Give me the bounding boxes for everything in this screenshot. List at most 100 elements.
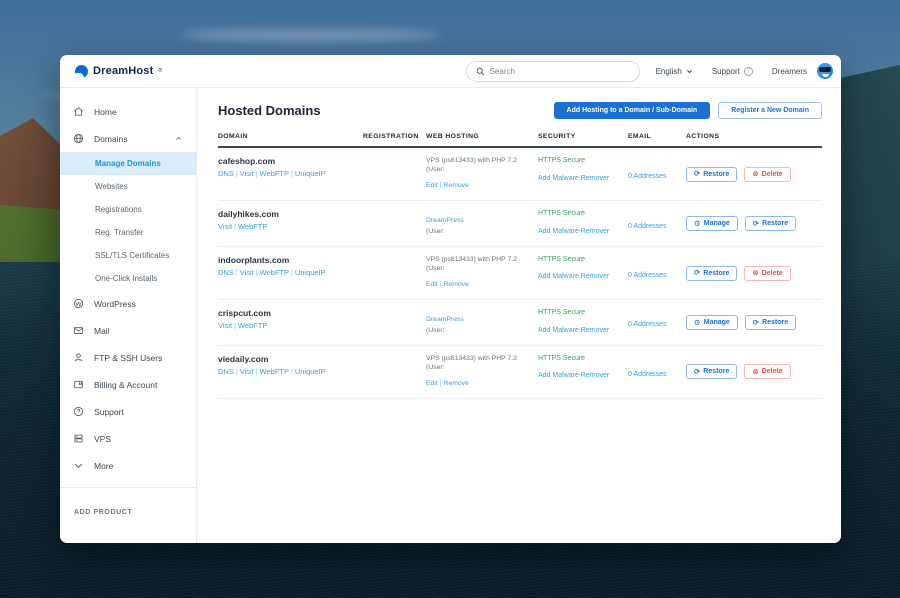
webftp-link[interactable]: WebFTP — [238, 321, 267, 330]
link-separator: | — [256, 369, 258, 376]
manage-button[interactable]: ⚙Manage — [686, 216, 738, 231]
add-malware-remover-link[interactable]: Add Malware Remover — [538, 326, 609, 337]
brand-logo[interactable]: DreamHost ® — [75, 65, 162, 78]
restore-button[interactable]: ⟳Restore — [745, 216, 796, 231]
webftp-link[interactable]: WebFTP — [260, 367, 289, 376]
remove-link[interactable]: Remove — [444, 181, 469, 190]
support-menu[interactable]: Support ? — [712, 67, 753, 76]
hosting-user: (User: — [426, 165, 538, 174]
sidebar-item-home[interactable]: Home — [60, 98, 196, 125]
sidebar-item-domains[interactable]: Domains — [60, 125, 196, 152]
edit-link[interactable]: Edit — [426, 280, 438, 289]
restore-button[interactable]: ⟳Restore — [745, 315, 796, 330]
mail-icon — [73, 325, 84, 336]
delete-button[interactable]: ⊗Delete — [744, 266, 790, 281]
visit-link[interactable]: Visit — [240, 268, 254, 277]
sidebar-item-reg-transfer[interactable]: Reg. Transfer — [60, 221, 196, 244]
email-addresses-link[interactable]: 0 Addresses — [628, 371, 667, 378]
brand-name: DreamHost — [93, 65, 154, 77]
manage-button[interactable]: ⚙Manage — [686, 315, 738, 330]
email-addresses-link[interactable]: 0 Addresses — [628, 223, 667, 230]
avatar — [817, 63, 833, 79]
restore-button[interactable]: ⟳Restore — [686, 167, 737, 182]
support-label: Support — [712, 67, 740, 76]
https-status: HTTPS Secure — [538, 209, 628, 220]
add-malware-remover-link[interactable]: Add Malware Remover — [538, 272, 609, 283]
add-malware-remover-link[interactable]: Add Malware Remover — [538, 174, 609, 185]
sidebar-item-label: WordPress — [94, 299, 136, 309]
home-icon — [73, 106, 84, 117]
link-separator: | — [440, 182, 442, 189]
add-product-link[interactable]: ADD PRODUCT — [74, 509, 132, 516]
restore-button[interactable]: ⟳Restore — [686, 364, 737, 379]
dreampress-link[interactable]: DreamPress — [426, 216, 464, 225]
sidebar-item-websites[interactable]: Websites — [60, 175, 196, 198]
domain-name: dailyhikes.com — [218, 209, 363, 219]
remove-link[interactable]: Remove — [444, 379, 469, 388]
remove-link[interactable]: Remove — [444, 280, 469, 289]
sidebar-item-registrations[interactable]: Registrations — [60, 198, 196, 221]
sidebar-item-one-click[interactable]: One-Click Installs — [60, 267, 196, 290]
link-separator: | — [234, 224, 236, 231]
sidebar-item-support[interactable]: Support — [60, 398, 196, 425]
add-hosting-button[interactable]: Add Hosting to a Domain / Sub-Domain — [554, 102, 711, 119]
delete-button[interactable]: ⊗Delete — [744, 167, 790, 182]
language-menu[interactable]: English — [656, 67, 693, 76]
webftp-link[interactable]: WebFTP — [260, 268, 289, 277]
register-domain-button[interactable]: Register a New Domain — [718, 102, 822, 119]
uniqueip-link[interactable]: UniqueIP — [295, 169, 326, 178]
sidebar-item-manage-domains[interactable]: Manage Domains — [60, 152, 196, 175]
cloud — [180, 28, 440, 42]
sidebar-item-ftp-ssh-users[interactable]: FTP & SSH Users — [60, 344, 196, 371]
dns-link[interactable]: DNS — [218, 169, 234, 178]
visit-link[interactable]: Visit — [218, 222, 232, 231]
visit-link[interactable]: Visit — [240, 169, 254, 178]
https-status: HTTPS Secure — [538, 354, 628, 365]
restore-button[interactable]: ⟳Restore — [686, 266, 737, 281]
email-addresses-link[interactable]: 0 Addresses — [628, 272, 667, 279]
email-addresses-link[interactable]: 0 Addresses — [628, 173, 667, 180]
dreamhost-logo-icon — [75, 65, 88, 78]
email-addresses-link[interactable]: 0 Addresses — [628, 321, 667, 328]
edit-link[interactable]: Edit — [426, 379, 438, 388]
edit-link[interactable]: Edit — [426, 181, 438, 190]
sidebar-item-vps[interactable]: VPS — [60, 425, 196, 452]
server-icon — [73, 433, 84, 444]
column-header-email: EMAIL — [628, 133, 686, 140]
sidebar-item-ssl-tls[interactable]: SSL/TLS Certificates — [60, 244, 196, 267]
visit-link[interactable]: Visit — [218, 321, 232, 330]
search-box[interactable] — [466, 61, 640, 82]
search-input[interactable] — [490, 67, 630, 76]
link-separator: | — [256, 270, 258, 277]
dns-link[interactable]: DNS — [218, 367, 234, 376]
column-header-actions: ACTIONS — [686, 133, 822, 140]
uniqueip-link[interactable]: UniqueIP — [295, 367, 326, 376]
visit-link[interactable]: Visit — [240, 367, 254, 376]
link-separator: | — [440, 380, 442, 387]
link-separator: | — [234, 323, 236, 330]
restore-icon: ⟳ — [753, 319, 759, 327]
sidebar-item-mail[interactable]: Mail — [60, 317, 196, 344]
domain-name: indoorplants.com — [218, 255, 363, 265]
sidebar-item-billing-account[interactable]: Billing & Account — [60, 371, 196, 398]
sidebar-item-label: More — [94, 461, 113, 471]
dreampress-link[interactable]: DreamPress — [426, 315, 464, 324]
add-malware-remover-link[interactable]: Add Malware Remover — [538, 371, 609, 382]
link-separator: | — [440, 281, 442, 288]
sidebar-item-wordpress[interactable]: WordPress — [60, 290, 196, 317]
webftp-link[interactable]: WebFTP — [260, 169, 289, 178]
dns-link[interactable]: DNS — [218, 268, 234, 277]
account-menu[interactable]: Dreamers — [772, 63, 833, 79]
chevron-down-icon — [73, 460, 84, 471]
uniqueip-link[interactable]: UniqueIP — [295, 268, 326, 277]
restore-icon: ⟳ — [694, 170, 700, 178]
hosting-plan: VPS (ps613433) with PHP 7.2 — [426, 156, 538, 165]
webftp-link[interactable]: WebFTP — [238, 222, 267, 231]
table-row: viedaily.com DNS|Visit|WebFTP|UniqueIP V… — [218, 346, 822, 399]
delete-button[interactable]: ⊗Delete — [744, 364, 790, 379]
dreamhost-panel-window: DreamHost ® English Support ? — [60, 55, 841, 543]
wordpress-icon — [73, 298, 84, 309]
add-malware-remover-link[interactable]: Add Malware Remover — [538, 227, 609, 238]
sidebar-item-more[interactable]: More — [60, 452, 196, 479]
sidebar-item-label: Billing & Account — [94, 380, 157, 390]
